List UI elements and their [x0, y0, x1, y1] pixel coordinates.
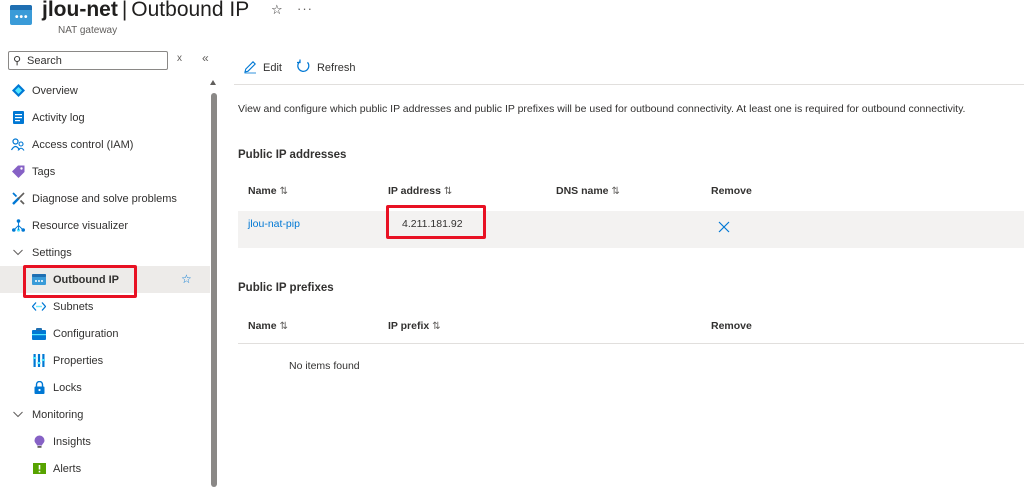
favorite-star-icon[interactable]: ☆	[181, 272, 192, 286]
column-header-remove: Remove	[711, 185, 752, 197]
refresh-button[interactable]: Refresh	[296, 59, 356, 77]
sidebar-item-alerts[interactable]: Alerts	[0, 455, 210, 482]
nat-gateway-icon: •••	[10, 5, 32, 25]
sort-icon: ⇅	[443, 186, 453, 197]
public-prefix-section-title: Public IP prefixes	[238, 282, 334, 294]
lock-icon	[32, 381, 46, 395]
public-ip-name-link[interactable]: jlou-nat-pip	[248, 218, 300, 230]
activity-log-icon	[11, 111, 25, 125]
sidebar-scrollbar[interactable]	[211, 93, 217, 487]
title-separator: |	[121, 0, 128, 21]
sidebar-item-resource-visualizer[interactable]: Resource visualizer	[0, 212, 210, 239]
blade-name: Outbound IP	[131, 0, 250, 21]
sidebar-item-configuration[interactable]: Configuration	[0, 320, 210, 347]
sort-icon: ⇅	[611, 186, 620, 197]
refresh-icon	[296, 59, 311, 77]
chevron-down-icon	[11, 246, 25, 260]
empty-state-text: No items found	[289, 360, 360, 372]
chevron-down-icon	[11, 408, 25, 422]
pencil-icon	[243, 60, 257, 77]
highlight-ip-address	[386, 205, 486, 239]
search-icon: ⚲	[13, 55, 22, 67]
sidebar-item-diagnose[interactable]: Diagnose and solve problems	[0, 185, 210, 212]
collapse-sidebar-icon[interactable]: «	[202, 51, 209, 65]
column-header-name[interactable]: Name ⇅	[248, 320, 288, 332]
table-row	[238, 211, 1024, 248]
scroll-up-arrow-icon[interactable]	[210, 80, 216, 85]
table-divider	[238, 343, 1024, 344]
iam-icon	[11, 138, 25, 152]
blade-header: ••• jlou-net | Outbound IP ☆ ··· NAT gatew…	[0, 0, 1024, 44]
alerts-icon	[32, 462, 46, 476]
sidebar-item-locks[interactable]: Locks	[0, 374, 210, 401]
subnets-icon	[32, 300, 46, 314]
sidebar-group-monitoring[interactable]: Monitoring	[0, 401, 210, 428]
more-options-icon[interactable]: ···	[297, 1, 313, 16]
sidebar-group-settings[interactable]: Settings	[0, 239, 210, 266]
edit-button[interactable]: Edit	[243, 60, 282, 77]
column-header-name[interactable]: Name ⇅	[248, 185, 288, 197]
sort-icon: ⇅	[279, 321, 288, 332]
column-header-dns-name[interactable]: DNS name ⇅	[556, 185, 620, 197]
remove-icon[interactable]	[718, 220, 730, 237]
overview-icon	[11, 84, 25, 98]
resource-type: NAT gateway	[58, 25, 118, 36]
sidebar-item-properties[interactable]: Properties	[0, 347, 210, 374]
visualizer-icon	[11, 219, 25, 233]
configuration-icon	[32, 327, 46, 341]
toolbar-divider	[234, 84, 1024, 85]
highlight-outbound-ip	[23, 265, 137, 298]
sidebar-item-tags[interactable]: Tags	[0, 158, 210, 185]
favorite-star-icon[interactable]: ☆	[271, 2, 283, 18]
page-title: jlou-net | Outbound IP	[42, 0, 249, 22]
sidebar-item-iam[interactable]: Access control (IAM)	[0, 131, 210, 158]
column-header-remove: Remove	[711, 320, 752, 332]
page-description: View and configure which public IP addre…	[238, 103, 966, 115]
column-header-ip-prefix[interactable]: IP prefix ⇅	[388, 320, 441, 332]
sidebar-item-activity-log[interactable]: Activity log	[0, 104, 210, 131]
column-header-ip-address[interactable]: IP address ⇅	[388, 185, 452, 197]
sort-icon: ⇅	[432, 321, 441, 332]
search-input[interactable]	[27, 54, 165, 67]
sidebar-item-insights[interactable]: Insights	[0, 428, 210, 455]
clear-search-icon[interactable]: x	[177, 53, 182, 64]
insights-icon	[32, 435, 46, 449]
tag-icon	[11, 165, 25, 179]
public-ip-section-title: Public IP addresses	[238, 149, 347, 161]
sidebar-item-overview[interactable]: Overview	[0, 77, 210, 104]
command-bar: Edit Refresh	[243, 58, 370, 78]
sort-icon: ⇅	[279, 186, 288, 197]
sidebar-search[interactable]: ⚲	[8, 51, 168, 70]
diagnose-icon	[11, 192, 25, 206]
properties-icon	[32, 354, 46, 368]
resource-name: jlou-net	[42, 0, 118, 21]
